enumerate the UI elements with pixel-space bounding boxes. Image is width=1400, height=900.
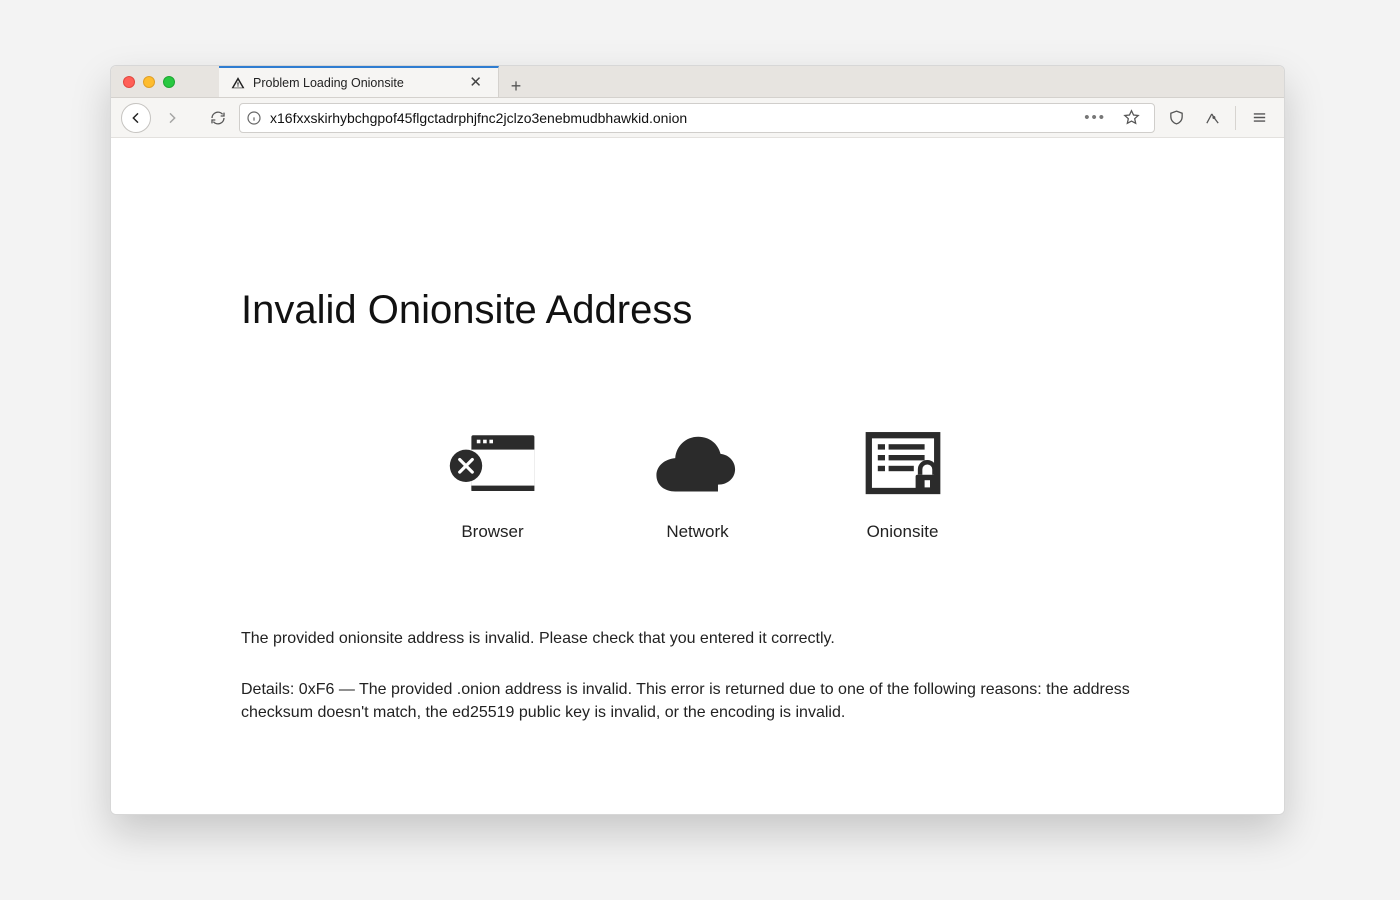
error-diagram: Browser Network: [241, 428, 1154, 542]
diagram-label-onionsite: Onionsite: [867, 522, 939, 542]
error-body: The provided onionsite address is invali…: [241, 627, 1154, 725]
navigation-toolbar: •••: [111, 98, 1284, 138]
cloud-icon: [653, 428, 743, 504]
window-controls: [111, 66, 219, 97]
page-title: Invalid Onionsite Address: [241, 288, 1154, 333]
error-details: Details: 0xF6 — The provided .onion addr…: [241, 678, 1154, 724]
diagram-node-browser: Browser: [448, 428, 538, 542]
window-zoom-button[interactable]: [163, 76, 175, 88]
server-lock-icon: [858, 428, 948, 504]
browser-window: Problem Loading Onionsite ✕ + •••: [110, 65, 1285, 815]
back-button[interactable]: [121, 103, 151, 133]
bookmark-star-icon[interactable]: [1116, 103, 1146, 133]
security-level-icon[interactable]: [1197, 103, 1227, 133]
toolbar-separator: [1235, 106, 1236, 130]
url-bar[interactable]: •••: [239, 103, 1155, 133]
diagram-node-network: Network: [653, 428, 743, 542]
diagram-node-onionsite: Onionsite: [858, 428, 948, 542]
tab-title: Problem Loading Onionsite: [253, 76, 457, 90]
page-content: Invalid Onionsite Address: [111, 138, 1284, 814]
warning-icon: [231, 76, 245, 90]
shield-icon[interactable]: [1161, 103, 1191, 133]
titlebar: Problem Loading Onionsite ✕ +: [111, 66, 1284, 98]
tab-active[interactable]: Problem Loading Onionsite ✕: [219, 66, 499, 97]
error-summary: The provided onionsite address is invali…: [241, 627, 1154, 650]
tab-strip: Problem Loading Onionsite ✕ +: [219, 66, 533, 97]
hamburger-menu-icon[interactable]: [1244, 103, 1274, 133]
browser-error-icon: [448, 428, 538, 504]
site-info-icon[interactable]: [246, 110, 262, 126]
tab-close-button[interactable]: ✕: [465, 73, 486, 92]
window-close-button[interactable]: [123, 76, 135, 88]
forward-button[interactable]: [157, 103, 187, 133]
diagram-label-network: Network: [666, 522, 728, 542]
diagram-label-browser: Browser: [461, 522, 523, 542]
url-input[interactable]: [270, 110, 1074, 126]
page-actions-icon[interactable]: •••: [1082, 109, 1108, 126]
new-tab-button[interactable]: +: [499, 76, 533, 97]
window-minimize-button[interactable]: [143, 76, 155, 88]
reload-button[interactable]: [203, 103, 233, 133]
